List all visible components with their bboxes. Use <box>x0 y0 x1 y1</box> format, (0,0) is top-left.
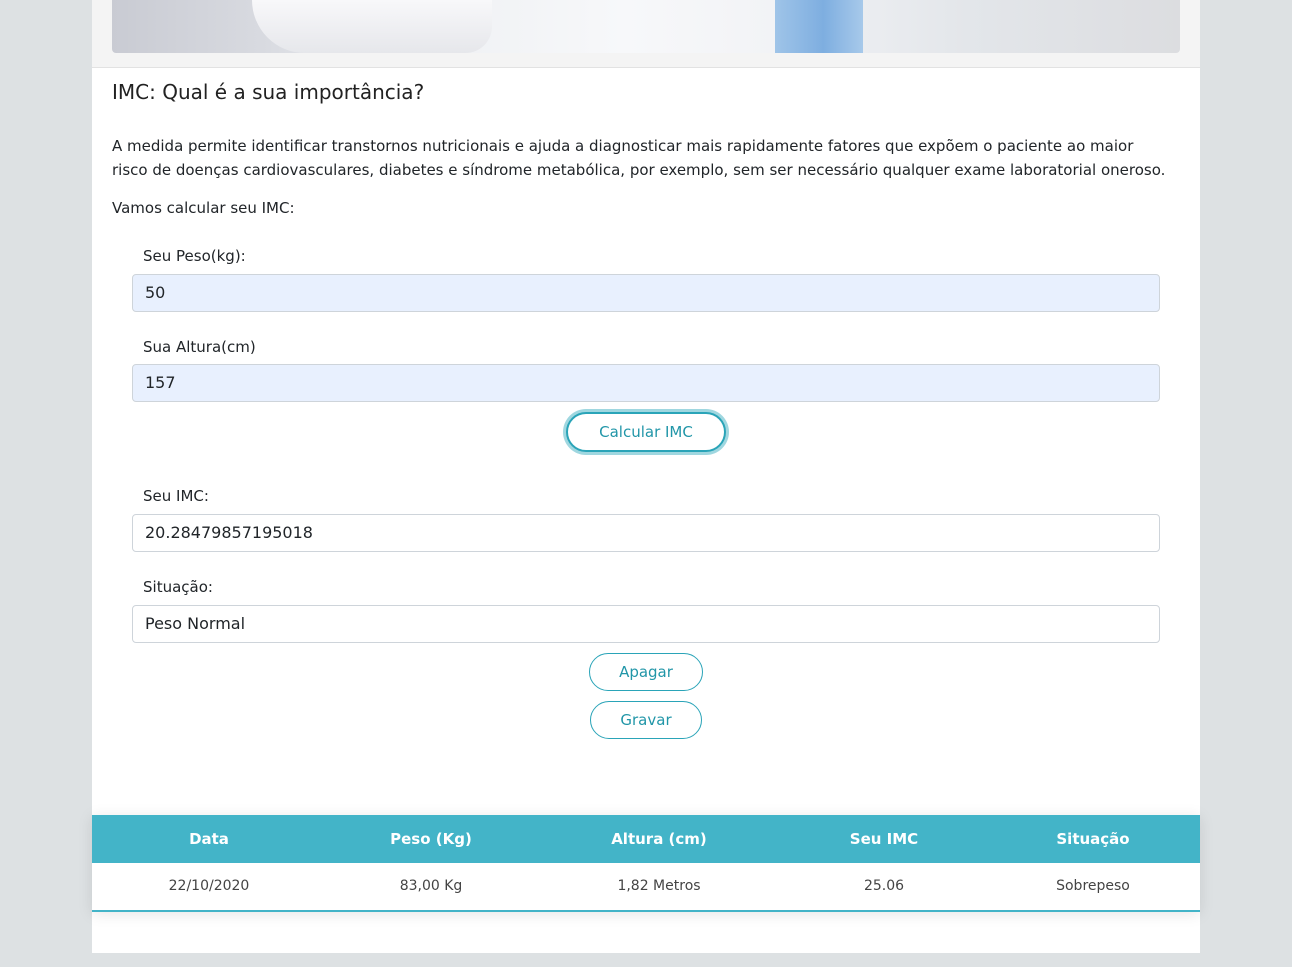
apagar-button[interactable]: Apagar <box>589 653 703 691</box>
cell-data: 22/10/2020 <box>168 878 250 894</box>
header-imc: Seu IMC <box>849 830 919 848</box>
header-peso: Peso (Kg) <box>390 830 472 848</box>
table-header: Data Peso (Kg) Altura (cm) Seu IMC Situa… <box>92 815 1200 863</box>
peso-label: Seu Peso(kg): <box>143 247 246 265</box>
cell-imc: 25.06 <box>863 878 905 894</box>
situacao-label: Situação: <box>143 578 213 596</box>
banner-sleeve-shape <box>775 0 863 53</box>
history-table: Data Peso (Kg) Altura (cm) Seu IMC Situa… <box>92 815 1200 912</box>
calculate-lead: Vamos calcular seu IMC: <box>112 199 295 217</box>
peso-input[interactable]: 50 <box>132 274 1160 312</box>
imc-output[interactable]: 20.28479857195018 <box>132 514 1160 552</box>
intro-paragraph: A medida permite identificar transtornos… <box>112 137 1166 179</box>
imc-label: Seu IMC: <box>143 487 209 505</box>
cell-peso: 83,00 Kg <box>399 878 463 894</box>
altura-input[interactable]: 157 <box>132 364 1160 402</box>
banner-section <box>92 0 1200 68</box>
main-container: IMC: Qual é a sua importância? A medida … <box>92 0 1200 953</box>
page-title: IMC: Qual é a sua importância? <box>112 80 425 104</box>
header-data: Data <box>189 830 229 848</box>
gravar-button[interactable]: Gravar <box>590 701 702 739</box>
situacao-output[interactable]: Peso Normal <box>132 605 1160 643</box>
cell-altura: 1,82 Metros <box>617 878 701 894</box>
header-situacao: Situação <box>1056 830 1130 848</box>
cell-situacao: Sobrepeso <box>1056 878 1130 894</box>
table-row: 22/10/2020 83,00 Kg 1,82 Metros 25.06 So… <box>92 863 1200 912</box>
header-altura: Altura (cm) <box>611 830 707 848</box>
banner-image <box>112 0 1180 53</box>
calcular-imc-button[interactable]: Calcular IMC <box>566 412 726 452</box>
banner-coat-shape <box>252 0 492 53</box>
altura-label: Sua Altura(cm) <box>143 338 256 356</box>
